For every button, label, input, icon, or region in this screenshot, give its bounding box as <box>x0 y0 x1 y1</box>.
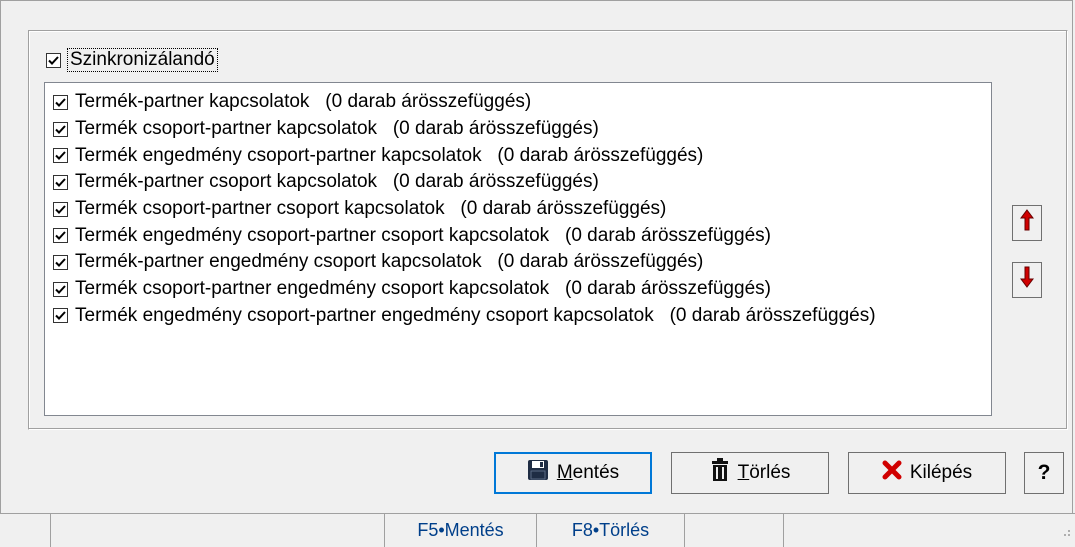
list-item-label: Termék engedmény csoport-partner csoport… <box>75 224 771 246</box>
list-item-checkbox[interactable] <box>53 201 68 217</box>
trash-icon <box>710 458 730 488</box>
list-item[interactable]: Termék csoport-partner kapcsolatok (0 da… <box>53 116 991 143</box>
floppy-disk-icon <box>527 459 549 487</box>
list-item-label: Termék csoport-partner engedmény csoport… <box>75 278 771 300</box>
red-arrow-up-icon <box>1020 209 1034 237</box>
list-item-checkbox[interactable] <box>53 308 68 324</box>
list-item-checkbox[interactable] <box>53 94 68 110</box>
status-bar: F5•Mentés F8•Törlés <box>0 513 1075 547</box>
list-item-checkbox[interactable] <box>53 121 68 137</box>
sync-checkbox-label[interactable]: Szinkronizálandó <box>67 48 218 72</box>
list-item[interactable]: Termék-partner csoport kapcsolatok (0 da… <box>53 169 991 196</box>
exit-button[interactable]: Kilépés <box>848 452 1006 494</box>
sync-checkbox-row[interactable]: Szinkronizálandó <box>46 47 218 73</box>
checked-list-box[interactable]: Termék-partner kapcsolatok (0 darab árös… <box>44 82 992 416</box>
status-cell-2 <box>50 514 384 547</box>
red-x-icon <box>882 460 902 486</box>
list-item-checkbox[interactable] <box>53 228 68 244</box>
list-item[interactable]: Termék csoport-partner engedmény csoport… <box>53 276 991 303</box>
sync-checkbox[interactable] <box>46 52 61 68</box>
list-item-checkbox[interactable] <box>53 281 68 297</box>
list-item-label: Termék csoport-partner kapcsolatok (0 da… <box>75 118 599 140</box>
delete-button-label: Törlés <box>737 462 791 483</box>
list-item[interactable]: Termék-partner engedmény csoport kapcsol… <box>53 249 991 276</box>
save-button[interactable]: Mentés <box>494 452 652 494</box>
list-item[interactable]: Termék-partner kapcsolatok (0 darab árös… <box>53 89 991 116</box>
status-f8-delete[interactable]: F8•Törlés <box>536 514 684 547</box>
help-button[interactable]: ? <box>1024 452 1064 494</box>
list-item-label: Termék-partner engedmény csoport kapcsol… <box>75 251 704 273</box>
delete-button[interactable]: Törlés <box>671 452 829 494</box>
list-item[interactable]: Termék engedmény csoport-partner engedmé… <box>53 303 991 330</box>
list-item-label: Termék-partner kapcsolatok (0 darab árös… <box>75 91 532 113</box>
list-item[interactable]: Termék engedmény csoport-partner kapcsol… <box>53 142 991 169</box>
resize-grip-icon[interactable] <box>1061 521 1071 543</box>
status-cell-1 <box>12 514 50 547</box>
help-button-label: ? <box>1037 461 1051 484</box>
list-item-label: Termék-partner csoport kapcsolatok (0 da… <box>75 171 599 193</box>
list-item[interactable]: Termék csoport-partner csoport kapcsolat… <box>53 196 991 223</box>
move-up-button[interactable] <box>1012 205 1042 241</box>
move-down-button[interactable] <box>1012 262 1042 298</box>
status-f5-save[interactable]: F5•Mentés <box>384 514 536 547</box>
exit-button-label: Kilépés <box>909 462 973 483</box>
list-item-checkbox[interactable] <box>53 148 68 164</box>
save-button-label: Mentés <box>556 462 620 483</box>
list-item-checkbox[interactable] <box>53 174 68 190</box>
list-item-checkbox[interactable] <box>53 254 68 270</box>
list-item-label: Termék engedmény csoport-partner engedmé… <box>75 304 876 326</box>
list-item[interactable]: Termék engedmény csoport-partner csoport… <box>53 222 991 249</box>
red-arrow-down-icon <box>1020 266 1034 294</box>
list-item-label: Termék engedmény csoport-partner kapcsol… <box>75 144 704 166</box>
status-cell-5 <box>684 514 784 547</box>
list-item-label: Termék csoport-partner csoport kapcsolat… <box>75 198 667 220</box>
